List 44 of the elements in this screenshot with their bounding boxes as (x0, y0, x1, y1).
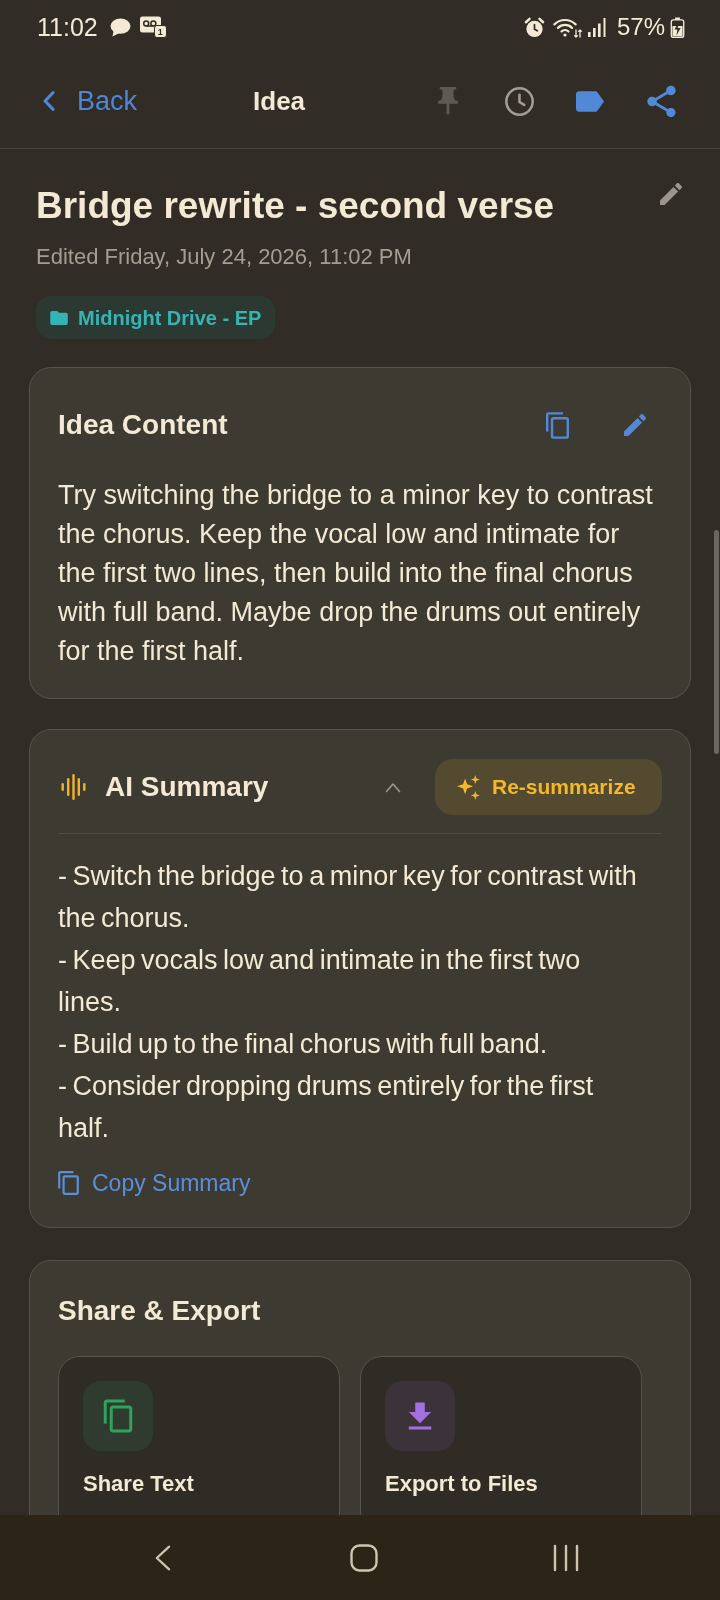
folder-chip[interactable]: Midnight Drive - EP (36, 296, 276, 339)
sparkle-icon (457, 774, 480, 800)
export-files-button[interactable]: Export to Files (360, 1356, 642, 1515)
chevron-up-icon[interactable] (385, 781, 401, 793)
idea-text: Try switching the bridge to a minor key to contrast the chorus. Keep the vocal low and intimate for the first two lines, then build into the final chorus with full band. Maybe drop the drums out entirely for the first half. (58, 479, 654, 668)
note-title: Bridge rewrite - second verse (36, 184, 555, 228)
copy-icon[interactable] (546, 411, 569, 439)
copy-summary-button[interactable]: Copy Summary (58, 1169, 251, 1197)
edited-timestamp: Edited Friday, July 24, 2026, 11:02 PM (36, 244, 412, 270)
summary-point: - Switch the bridge to a minor key for contrast with the chorus. (58, 860, 638, 935)
battery-percentage: 57% (616, 12, 665, 42)
share-icon[interactable] (646, 84, 676, 118)
chevron-left-icon (42, 91, 56, 111)
pin-icon[interactable] (438, 87, 458, 115)
summary-point: - Consider dropping drums entirely for the first half. (58, 1070, 595, 1145)
back-button[interactable]: Back (40, 85, 138, 117)
folder-icon (50, 310, 68, 325)
copy-icon (58, 1171, 79, 1195)
alarm-icon (523, 16, 545, 38)
signal-icon (586, 17, 607, 37)
card-heading: Idea Content (58, 409, 228, 441)
tag-icon[interactable] (576, 90, 604, 112)
clock-icon[interactable] (504, 86, 534, 116)
notification-badge: 1 (153, 25, 167, 38)
resummarize-button[interactable]: Re-summarize (435, 759, 662, 815)
card-heading: AI Summary (105, 771, 269, 803)
screen-title: Idea (253, 85, 306, 117)
summary-point: - Keep vocals low and intimate in the first two lines. (58, 944, 582, 1019)
pencil-icon[interactable] (624, 414, 646, 436)
copy-icon (83, 1381, 153, 1451)
recent-apps-icon[interactable] (553, 1543, 579, 1572)
share-text-button[interactable]: Share Text (58, 1356, 340, 1515)
scrollbar-thumb[interactable] (714, 530, 719, 754)
waveform-icon (61, 774, 86, 800)
voicemail-icon (139, 16, 161, 33)
chat-bubble-icon (109, 17, 131, 37)
pencil-icon[interactable] (660, 183, 682, 205)
status-time: 11:02 (37, 12, 98, 42)
back-icon[interactable] (154, 1543, 171, 1572)
download-icon (385, 1381, 455, 1451)
card-heading: Share & Export (58, 1295, 262, 1327)
wifi-icon (552, 16, 582, 38)
summary-point: - Build up to the final chorus with full band. (58, 1028, 549, 1061)
home-icon[interactable] (350, 1543, 378, 1572)
